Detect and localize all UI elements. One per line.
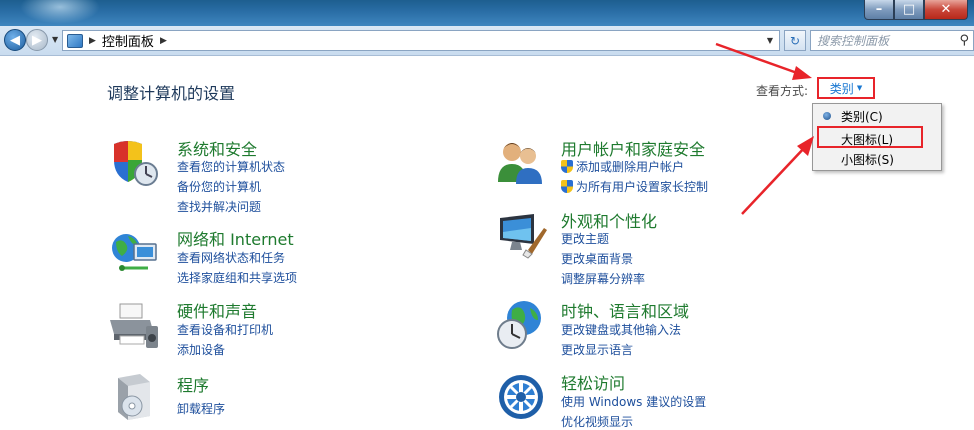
- control-panel-icon: [67, 33, 83, 48]
- back-button[interactable]: ◀: [4, 29, 26, 51]
- search-input[interactable]: 搜索控制面板 ⚲: [810, 30, 974, 51]
- recent-pages-dropdown[interactable]: ▼: [52, 35, 58, 44]
- link-windows-recommended-settings[interactable]: 使用 Windows 建议的设置: [561, 393, 706, 410]
- category-system-security[interactable]: 系统和安全: [177, 136, 257, 160]
- link-change-display-language[interactable]: 更改显示语言: [561, 341, 633, 358]
- uac-shield-icon: [561, 180, 573, 193]
- link-troubleshoot[interactable]: 查找并解决问题: [177, 198, 261, 215]
- uac-shield-icon: [561, 160, 573, 173]
- users-icon: [498, 143, 542, 184]
- annotation-arrowhead: [792, 66, 812, 80]
- network-globe-icon: [112, 234, 157, 271]
- window-controls: – □ ✕: [864, 0, 968, 20]
- link-text: 为所有用户设置家长控制: [576, 180, 709, 194]
- link-view-network-status[interactable]: 查看网络状态和任务: [177, 249, 285, 266]
- search-icon[interactable]: ⚲: [959, 33, 969, 48]
- link-text: 添加或删除用户帐户: [576, 160, 685, 174]
- address-dropdown-icon[interactable]: ▼: [767, 36, 773, 45]
- program-box-icon: [118, 374, 150, 420]
- ease-of-access-icon: [499, 375, 543, 419]
- link-homegroup-sharing[interactable]: 选择家庭组和共享选项: [177, 269, 297, 286]
- refresh-icon: ↻: [789, 33, 801, 48]
- link-change-keyboard[interactable]: 更改键盘或其他输入法: [561, 321, 681, 338]
- breadcrumb-chevron-icon[interactable]: ▶: [89, 36, 96, 46]
- breadcrumb-chevron-icon[interactable]: ▶: [160, 36, 167, 46]
- arrow-left-icon: ◀: [10, 32, 20, 48]
- view-by-dropdown[interactable]: 类别 ▼: [817, 77, 875, 99]
- address-box[interactable]: ▶ 控制面板 ▶ ▼: [62, 30, 780, 51]
- shield-icon: [114, 141, 158, 186]
- clock-globe-icon: [497, 301, 541, 349]
- monitor-brush-icon: [500, 214, 547, 259]
- category-programs[interactable]: 程序: [177, 372, 209, 396]
- category-user-accounts[interactable]: 用户帐户和家庭安全: [561, 136, 705, 160]
- category-appearance[interactable]: 外观和个性化: [561, 208, 657, 232]
- refresh-button[interactable]: ↻: [784, 30, 806, 51]
- link-optimize-video-display[interactable]: 优化视频显示: [561, 413, 633, 430]
- link-uninstall-program[interactable]: 卸载程序: [177, 400, 225, 417]
- navigation-bar: ◀ ▶ ▼ ▶ 控制面板 ▶ ▼ ↻ 搜索控制面板 ⚲: [0, 26, 974, 56]
- arrow-right-icon: ▶: [32, 32, 42, 48]
- maximize-button[interactable]: □: [894, 0, 924, 20]
- link-backup-computer[interactable]: 备份您的计算机: [177, 178, 261, 195]
- page-title: 调整计算机的设置: [107, 84, 236, 103]
- radio-selected-icon: [823, 112, 831, 120]
- link-view-computer-status[interactable]: 查看您的计算机状态: [177, 158, 285, 175]
- category-ease-of-access[interactable]: 轻松访问: [561, 370, 625, 394]
- link-add-remove-users[interactable]: 添加或删除用户帐户: [561, 158, 684, 175]
- close-button[interactable]: ✕: [924, 0, 968, 20]
- link-parental-controls[interactable]: 为所有用户设置家长控制: [561, 178, 708, 195]
- title-glow: [20, 0, 100, 24]
- link-add-device[interactable]: 添加设备: [177, 341, 225, 358]
- chevron-down-icon: ▼: [856, 84, 863, 92]
- view-by-value: 类别: [829, 81, 854, 96]
- search-placeholder: 搜索控制面板: [817, 34, 890, 48]
- annotation-arrow-line: [741, 145, 807, 215]
- title-bar: – □ ✕: [0, 0, 974, 26]
- link-desktop-background[interactable]: 更改桌面背景: [561, 250, 633, 267]
- category-network-internet[interactable]: 网络和 Internet: [177, 226, 294, 250]
- annotation-highlight-box: [817, 126, 923, 148]
- link-change-theme[interactable]: 更改主题: [561, 230, 609, 247]
- link-devices-printers[interactable]: 查看设备和打印机: [177, 321, 273, 338]
- minimize-button[interactable]: –: [864, 0, 894, 20]
- printer-icon: [110, 303, 158, 348]
- menu-item-small-icons[interactable]: 小图标(S): [813, 149, 941, 169]
- category-hardware-sound[interactable]: 硬件和声音: [177, 298, 257, 322]
- forward-button[interactable]: ▶: [26, 29, 48, 51]
- menu-item-label: 小图标(S): [841, 152, 894, 167]
- menu-item-label: 类别(C): [841, 109, 883, 124]
- breadcrumb-control-panel[interactable]: 控制面板: [102, 31, 154, 50]
- link-screen-resolution[interactable]: 调整屏幕分辨率: [561, 270, 645, 287]
- category-clock-language-region[interactable]: 时钟、语言和区域: [561, 298, 689, 322]
- view-by-label: 查看方式:: [756, 84, 809, 98]
- menu-item-category[interactable]: 类别(C): [813, 106, 941, 126]
- annotation-arrows: [715, 42, 814, 215]
